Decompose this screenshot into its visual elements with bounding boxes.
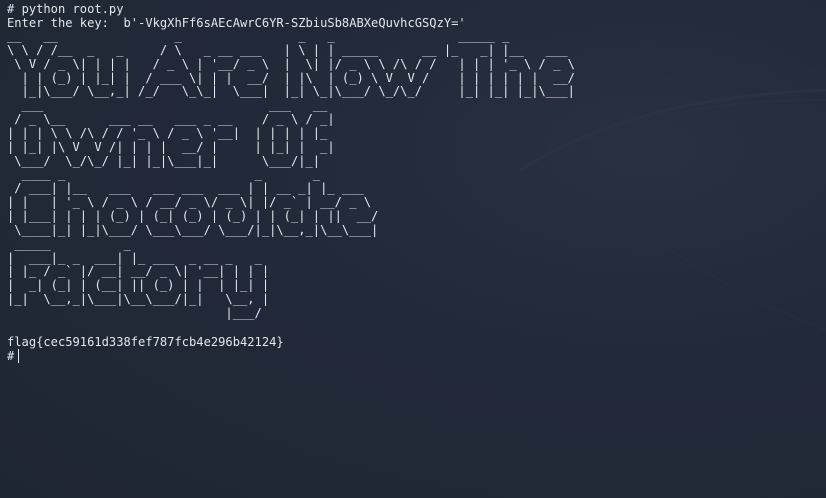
flag-output: flag{cec59161d338fef787fcb4e296b42124} <box>7 334 284 349</box>
prompt-symbol: # <box>7 2 15 16</box>
ascii-banner-line-2: ___ ___ __ / _ \__ ___ __ ___ _ __ / _ \… <box>7 98 335 168</box>
final-prompt-symbol: # <box>7 348 15 363</box>
key-label: Enter the key: <box>7 16 109 30</box>
key-input-line: Enter the key: b'-VkgXhFf6sAEcAwrC6YR-SZ… <box>7 16 826 30</box>
command-text: python root.py <box>21 2 124 16</box>
terminal-output: # python root.py Enter the key: b'-VkgXh… <box>7 2 826 363</box>
ascii-banner-line-1: __ __ _ _ _ _____ _ \ \ / /__ _ _ / \ _ … <box>7 29 575 99</box>
ascii-banner-line-3: ____ _ _ _ / ___| |__ ___ ___ ___ ___ | … <box>7 167 379 237</box>
ascii-banner-line-4: _____ _ | ___|_ _ ___| |_ ___ _ __ _ _ |… <box>7 236 270 320</box>
command-line: # python root.py <box>7 2 826 16</box>
text-cursor <box>18 348 20 363</box>
active-prompt-line[interactable]: # <box>7 348 826 363</box>
terminal-window[interactable]: # python root.py Enter the key: b'-VkgXh… <box>0 0 826 498</box>
key-value: b'-VkgXhFf6sAEcAwrC6YR-SZbiuSb8ABXeQuvhc… <box>123 16 466 30</box>
